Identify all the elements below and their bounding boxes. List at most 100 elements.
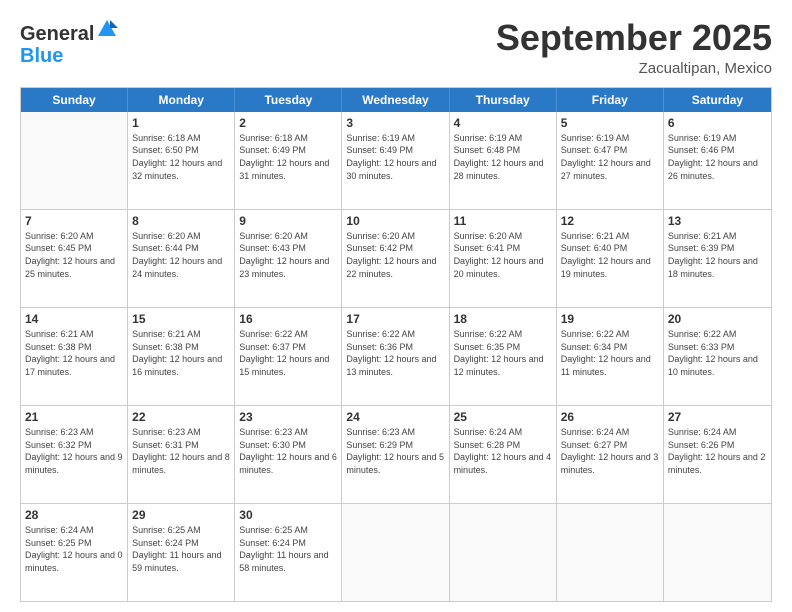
calendar-cell: 11Sunrise: 6:20 AM Sunset: 6:41 PM Dayli… <box>450 210 557 307</box>
day-info: Sunrise: 6:19 AM Sunset: 6:46 PM Dayligh… <box>668 132 767 182</box>
calendar-cell: 24Sunrise: 6:23 AM Sunset: 6:29 PM Dayli… <box>342 406 449 503</box>
calendar-cell: 21Sunrise: 6:23 AM Sunset: 6:32 PM Dayli… <box>21 406 128 503</box>
calendar-cell: 5Sunrise: 6:19 AM Sunset: 6:47 PM Daylig… <box>557 112 664 209</box>
month-title: September 2025 <box>496 18 772 58</box>
calendar-row-3: 14Sunrise: 6:21 AM Sunset: 6:38 PM Dayli… <box>21 307 771 405</box>
calendar-cell: 12Sunrise: 6:21 AM Sunset: 6:40 PM Dayli… <box>557 210 664 307</box>
calendar-cell <box>450 504 557 601</box>
calendar-cell: 3Sunrise: 6:19 AM Sunset: 6:49 PM Daylig… <box>342 112 449 209</box>
calendar-cell: 7Sunrise: 6:20 AM Sunset: 6:45 PM Daylig… <box>21 210 128 307</box>
day-info: Sunrise: 6:22 AM Sunset: 6:36 PM Dayligh… <box>346 328 444 378</box>
day-info: Sunrise: 6:22 AM Sunset: 6:34 PM Dayligh… <box>561 328 659 378</box>
logo-general-text: General <box>20 23 94 45</box>
calendar-cell: 14Sunrise: 6:21 AM Sunset: 6:38 PM Dayli… <box>21 308 128 405</box>
day-info: Sunrise: 6:23 AM Sunset: 6:32 PM Dayligh… <box>25 426 123 476</box>
calendar-cell: 30Sunrise: 6:25 AM Sunset: 6:24 PM Dayli… <box>235 504 342 601</box>
day-number: 21 <box>25 409 123 425</box>
day-info: Sunrise: 6:18 AM Sunset: 6:50 PM Dayligh… <box>132 132 230 182</box>
calendar-cell: 17Sunrise: 6:22 AM Sunset: 6:36 PM Dayli… <box>342 308 449 405</box>
day-info: Sunrise: 6:24 AM Sunset: 6:27 PM Dayligh… <box>561 426 659 476</box>
day-info: Sunrise: 6:24 AM Sunset: 6:28 PM Dayligh… <box>454 426 552 476</box>
day-info: Sunrise: 6:23 AM Sunset: 6:30 PM Dayligh… <box>239 426 337 476</box>
day-info: Sunrise: 6:20 AM Sunset: 6:44 PM Dayligh… <box>132 230 230 280</box>
day-number: 24 <box>346 409 444 425</box>
day-number: 15 <box>132 311 230 327</box>
title-area: September 2025 Zacualtipan, Mexico <box>496 18 772 77</box>
weekday-header-tuesday: Tuesday <box>235 88 342 112</box>
day-number: 9 <box>239 213 337 229</box>
calendar-body: 1Sunrise: 6:18 AM Sunset: 6:50 PM Daylig… <box>21 112 771 601</box>
day-number: 5 <box>561 115 659 131</box>
day-info: Sunrise: 6:24 AM Sunset: 6:25 PM Dayligh… <box>25 524 123 574</box>
day-info: Sunrise: 6:21 AM Sunset: 6:38 PM Dayligh… <box>132 328 230 378</box>
day-info: Sunrise: 6:22 AM Sunset: 6:33 PM Dayligh… <box>668 328 767 378</box>
day-number: 30 <box>239 507 337 523</box>
calendar-cell: 13Sunrise: 6:21 AM Sunset: 6:39 PM Dayli… <box>664 210 771 307</box>
weekday-header-sunday: Sunday <box>21 88 128 112</box>
day-info: Sunrise: 6:19 AM Sunset: 6:49 PM Dayligh… <box>346 132 444 182</box>
day-number: 12 <box>561 213 659 229</box>
day-info: Sunrise: 6:18 AM Sunset: 6:49 PM Dayligh… <box>239 132 337 182</box>
page: General Blue September 2025 Zacualtipan,… <box>0 0 792 612</box>
calendar-cell: 26Sunrise: 6:24 AM Sunset: 6:27 PM Dayli… <box>557 406 664 503</box>
calendar-row-2: 7Sunrise: 6:20 AM Sunset: 6:45 PM Daylig… <box>21 209 771 307</box>
day-info: Sunrise: 6:22 AM Sunset: 6:37 PM Dayligh… <box>239 328 337 378</box>
day-info: Sunrise: 6:20 AM Sunset: 6:45 PM Dayligh… <box>25 230 123 280</box>
day-info: Sunrise: 6:21 AM Sunset: 6:38 PM Dayligh… <box>25 328 123 378</box>
day-number: 3 <box>346 115 444 131</box>
calendar-cell: 16Sunrise: 6:22 AM Sunset: 6:37 PM Dayli… <box>235 308 342 405</box>
weekday-header-wednesday: Wednesday <box>342 88 449 112</box>
day-number: 1 <box>132 115 230 131</box>
weekday-header-monday: Monday <box>128 88 235 112</box>
day-number: 2 <box>239 115 337 131</box>
day-number: 26 <box>561 409 659 425</box>
calendar-cell: 20Sunrise: 6:22 AM Sunset: 6:33 PM Dayli… <box>664 308 771 405</box>
calendar-cell: 15Sunrise: 6:21 AM Sunset: 6:38 PM Dayli… <box>128 308 235 405</box>
day-info: Sunrise: 6:23 AM Sunset: 6:29 PM Dayligh… <box>346 426 444 476</box>
calendar-cell <box>664 504 771 601</box>
day-info: Sunrise: 6:25 AM Sunset: 6:24 PM Dayligh… <box>239 524 337 574</box>
calendar-cell: 1Sunrise: 6:18 AM Sunset: 6:50 PM Daylig… <box>128 112 235 209</box>
day-number: 6 <box>668 115 767 131</box>
day-number: 27 <box>668 409 767 425</box>
day-info: Sunrise: 6:20 AM Sunset: 6:43 PM Dayligh… <box>239 230 337 280</box>
weekday-header-friday: Friday <box>557 88 664 112</box>
calendar-cell: 9Sunrise: 6:20 AM Sunset: 6:43 PM Daylig… <box>235 210 342 307</box>
weekday-header-thursday: Thursday <box>450 88 557 112</box>
calendar-cell: 29Sunrise: 6:25 AM Sunset: 6:24 PM Dayli… <box>128 504 235 601</box>
calendar-header: SundayMondayTuesdayWednesdayThursdayFrid… <box>21 88 771 112</box>
day-number: 23 <box>239 409 337 425</box>
day-number: 13 <box>668 213 767 229</box>
calendar-cell: 22Sunrise: 6:23 AM Sunset: 6:31 PM Dayli… <box>128 406 235 503</box>
logo-icon <box>96 18 118 40</box>
calendar-cell: 18Sunrise: 6:22 AM Sunset: 6:35 PM Dayli… <box>450 308 557 405</box>
calendar-cell <box>21 112 128 209</box>
day-number: 18 <box>454 311 552 327</box>
day-info: Sunrise: 6:25 AM Sunset: 6:24 PM Dayligh… <box>132 524 230 574</box>
day-number: 22 <box>132 409 230 425</box>
calendar-cell: 8Sunrise: 6:20 AM Sunset: 6:44 PM Daylig… <box>128 210 235 307</box>
calendar-cell: 23Sunrise: 6:23 AM Sunset: 6:30 PM Dayli… <box>235 406 342 503</box>
day-number: 4 <box>454 115 552 131</box>
day-number: 20 <box>668 311 767 327</box>
day-info: Sunrise: 6:24 AM Sunset: 6:26 PM Dayligh… <box>668 426 767 476</box>
calendar-row-5: 28Sunrise: 6:24 AM Sunset: 6:25 PM Dayli… <box>21 503 771 601</box>
calendar-row-1: 1Sunrise: 6:18 AM Sunset: 6:50 PM Daylig… <box>21 112 771 209</box>
calendar-cell: 4Sunrise: 6:19 AM Sunset: 6:48 PM Daylig… <box>450 112 557 209</box>
location: Zacualtipan, Mexico <box>496 60 772 77</box>
day-number: 11 <box>454 213 552 229</box>
day-info: Sunrise: 6:19 AM Sunset: 6:47 PM Dayligh… <box>561 132 659 182</box>
day-number: 8 <box>132 213 230 229</box>
day-number: 28 <box>25 507 123 523</box>
weekday-header-saturday: Saturday <box>664 88 771 112</box>
calendar-cell: 27Sunrise: 6:24 AM Sunset: 6:26 PM Dayli… <box>664 406 771 503</box>
calendar-cell: 2Sunrise: 6:18 AM Sunset: 6:49 PM Daylig… <box>235 112 342 209</box>
day-number: 10 <box>346 213 444 229</box>
day-number: 16 <box>239 311 337 327</box>
calendar: SundayMondayTuesdayWednesdayThursdayFrid… <box>20 87 772 602</box>
logo: General Blue <box>20 18 118 67</box>
day-number: 29 <box>132 507 230 523</box>
day-number: 14 <box>25 311 123 327</box>
day-info: Sunrise: 6:22 AM Sunset: 6:35 PM Dayligh… <box>454 328 552 378</box>
day-info: Sunrise: 6:19 AM Sunset: 6:48 PM Dayligh… <box>454 132 552 182</box>
